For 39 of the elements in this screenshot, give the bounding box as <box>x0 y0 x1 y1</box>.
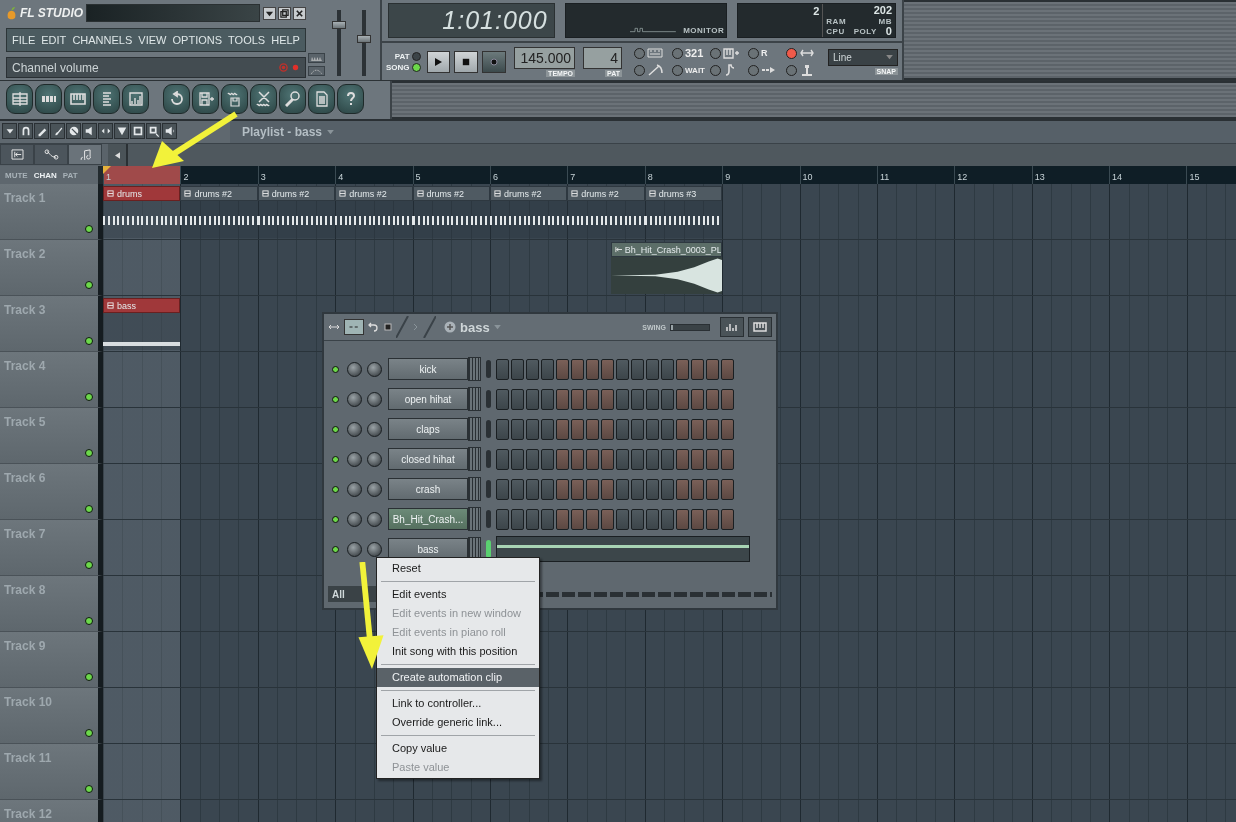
song-time: 1:01:000 <box>442 6 548 36</box>
poly-value: 0 <box>885 25 892 37</box>
tempo-value: 145.000 <box>520 49 571 66</box>
clip-label: bass <box>117 300 136 311</box>
app-logo: FL STUDIO <box>20 6 84 20</box>
hint-text: Channel volume <box>12 60 100 75</box>
bar-number: 14 <box>1111 172 1123 182</box>
bar-number: 2 <box>182 172 189 182</box>
playlist-title: Playlist - bass <box>242 125 323 139</box>
bar-number: 6 <box>491 172 498 182</box>
clip-label: drums #3 <box>658 188 697 199</box>
clip-label: drums #2 <box>581 188 619 199</box>
bar-number: 12 <box>956 172 968 182</box>
clip-label: drums #2 <box>271 188 310 199</box>
bar-number: 15 <box>1188 172 1200 182</box>
bar-number: 9 <box>724 172 731 182</box>
pattern-value: 4 <box>610 49 618 66</box>
clip-label: drums #2 <box>194 188 232 199</box>
bar-number: 4 <box>337 172 344 182</box>
bar-number: 1 <box>105 172 111 182</box>
poly-label: POLY <box>853 26 877 36</box>
cpu-label: CPU <box>826 26 845 36</box>
bar-number: 7 <box>569 172 576 182</box>
cpu-value: 2 <box>813 5 820 19</box>
bar-number: 8 <box>646 172 653 182</box>
bar-number: 11 <box>878 172 890 182</box>
clip-label: drums #2 <box>349 188 387 199</box>
clip-label: Bh_Hit_Crash_0003_PL <box>624 244 721 255</box>
bar-number: 5 <box>414 172 421 182</box>
bar-number: 13 <box>1033 172 1045 182</box>
clip-label: drums #2 <box>426 188 465 199</box>
bar-number: 10 <box>801 172 813 182</box>
monitor-label: MONITOR <box>683 26 725 36</box>
ram-value: 202 <box>873 4 892 16</box>
ram-label: RAM <box>826 16 847 26</box>
bar-number: 3 <box>259 172 266 182</box>
clip-label: drums #2 <box>503 188 542 199</box>
clip-label: drums <box>117 188 142 199</box>
mb-label: MB <box>878 16 892 26</box>
